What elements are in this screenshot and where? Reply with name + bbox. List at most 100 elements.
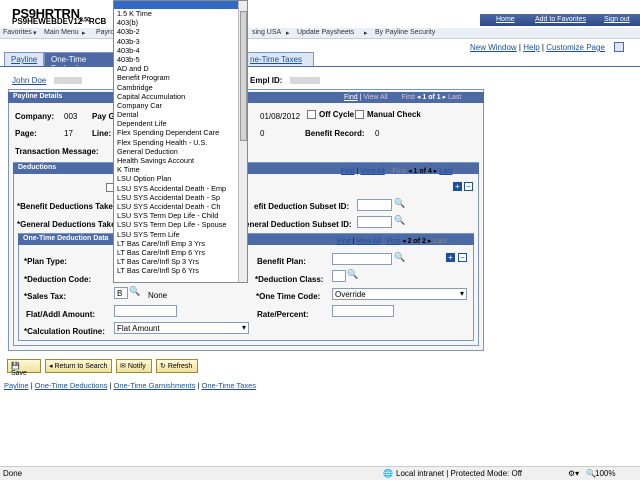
sign-out-link[interactable]: Sign out <box>604 16 630 23</box>
dropdown-option[interactable]: LSU SYS Accidental Death - Sp <box>114 193 247 202</box>
return-to-search-button[interactable]: ◂ Return to Search <box>45 359 112 373</box>
one-time-code-select[interactable]: Override <box>332 288 467 300</box>
find-link[interactable]: Find <box>337 238 351 245</box>
search-icon[interactable]: 🔍 <box>394 215 405 226</box>
dropdown-option[interactable]: 403b-4 <box>114 46 247 55</box>
find-link[interactable]: Find <box>341 168 355 175</box>
sales-tax-description: None <box>148 291 168 300</box>
dropdown-option[interactable]: Health Savings Account <box>114 156 247 165</box>
dropdown-option[interactable]: LSU SYS Accidental Death - Emp <box>114 184 247 193</box>
breadcrumb-sing-usa[interactable]: sing USA <box>252 29 281 36</box>
line-label: Line: <box>92 129 112 138</box>
dropdown-option[interactable]: General Deduction <box>114 147 247 156</box>
search-icon[interactable]: 🔍 <box>394 252 405 263</box>
company-label: Company: <box>15 112 55 121</box>
dropdown-option[interactable]: Flex Spending Health - U.S. <box>114 138 247 147</box>
customize-page-link[interactable]: Customize Page <box>546 43 605 52</box>
dropdown-option[interactable]: LSU Option Plan <box>114 174 247 183</box>
sales-tax-input[interactable]: B <box>114 287 128 299</box>
dropdown-option[interactable]: K Time <box>114 165 247 174</box>
tab-one-time-taxes[interactable]: ne-Time Taxes <box>244 52 314 66</box>
dropdown-option[interactable]: LT Bas Care/Infl Emp 3 Yrs <box>114 239 247 248</box>
dropdown-option[interactable]: 403b-3 <box>114 37 247 46</box>
dropdown-option[interactable]: Capital Accumulation <box>114 92 247 101</box>
favorites-menu[interactable]: Favorites <box>3 29 32 36</box>
employee-name-link[interactable]: John Doe <box>12 76 46 85</box>
empl-id-label: Empl ID: <box>250 76 283 85</box>
dropdown-option[interactable]: LT Bas Care/Infl Sp 3 Yrs <box>114 257 247 266</box>
footer-link-payline[interactable]: Payline <box>4 381 29 390</box>
dropdown-option[interactable]: LSU SYS Term Life <box>114 230 247 239</box>
pay-group-label: Pay G <box>92 112 115 121</box>
dropdown-option[interactable]: LT Bas Care/Infl Emp 6 Yrs <box>114 248 247 257</box>
dropdown-scrollbar[interactable] <box>238 1 247 282</box>
search-icon[interactable]: 🔍 <box>129 286 140 297</box>
delete-row-icon[interactable]: − <box>458 253 467 262</box>
benefit-subset-input[interactable] <box>357 199 392 211</box>
search-icon[interactable]: 🔍 <box>347 269 358 280</box>
view-all-link[interactable]: View All <box>356 238 380 245</box>
dropdown-option[interactable]: Dental <box>114 110 247 119</box>
page-icon[interactable] <box>614 42 624 52</box>
database-name: PS9HEWEBDEV12 RCB <box>12 17 107 26</box>
manual-check-checkbox[interactable] <box>355 110 364 119</box>
flat-addl-amount-input[interactable] <box>114 305 177 317</box>
home-link[interactable]: Home <box>496 16 515 23</box>
footer-link-one-time-garnishments[interactable]: One-Time Garnishments <box>114 381 196 390</box>
dropdown-option[interactable]: Benefit Program <box>114 73 247 82</box>
delete-row-icon[interactable]: − <box>464 182 473 191</box>
dropdown-option[interactable]: Cambridge <box>114 83 247 92</box>
off-cycle-checkbox[interactable] <box>307 110 316 119</box>
rate-percent-input[interactable] <box>332 305 394 317</box>
search-icon[interactable]: 🔍 <box>394 198 405 209</box>
notify-button[interactable]: ✉ Notify <box>116 359 152 373</box>
dropdown-option[interactable]: Flex Spending Dependent Care <box>114 128 247 137</box>
add-row-icon[interactable]: + <box>446 253 455 262</box>
dropdown-option[interactable]: 403b-2 <box>114 27 247 36</box>
dropdown-option[interactable]: 403(b) <box>114 18 247 27</box>
dropdown-option[interactable]: LSU SYS Term Dep Life - Child <box>114 211 247 220</box>
breadcrumb-update-paysheets[interactable]: Update Paysheets <box>297 29 354 36</box>
general-subset-input[interactable] <box>357 216 392 228</box>
benefit-deductions-taken-label: *Benefit Deductions Taken: <box>17 202 121 211</box>
new-window-link[interactable]: New Window <box>470 43 517 52</box>
dropdown-option[interactable] <box>114 1 247 9</box>
benefit-plan-input[interactable] <box>332 253 392 265</box>
footer-link-one-time-taxes[interactable]: One-Time Taxes <box>202 381 257 390</box>
scrollbar-thumb[interactable] <box>240 11 247 141</box>
dropdown-option[interactable]: AD and D <box>114 64 247 73</box>
help-link[interactable]: Help <box>523 43 539 52</box>
view-all-link[interactable]: View All <box>360 168 384 175</box>
tab-one-time-deductions[interactable]: One-Time Deductio <box>44 52 116 73</box>
refresh-button[interactable]: ↻ Refresh <box>156 359 198 373</box>
tab-payline[interactable]: Payline <box>4 52 45 66</box>
dropdown-option[interactable]: LSU SYS Term Dep Life - Spouse <box>114 220 247 229</box>
save-button[interactable]: 💾 Save <box>7 359 41 377</box>
calculation-routine-label: *Calculation Routine: <box>24 327 105 336</box>
transaction-message-label: Transaction Message: <box>15 147 99 156</box>
find-link[interactable]: Find <box>344 94 358 101</box>
redacted-field <box>290 77 320 84</box>
calculation-routine-select[interactable]: Flat Amount <box>114 322 249 334</box>
dropdown-option[interactable]: Company Car <box>114 101 247 110</box>
dropdown-option[interactable]: LT Bas Care/Infl Sp 6 Yrs <box>114 266 247 275</box>
add-to-favorites-link[interactable]: Add to Favorites <box>535 16 586 23</box>
last-link[interactable]: Last <box>439 168 452 175</box>
add-row-icon[interactable]: + <box>453 182 462 191</box>
main-menu[interactable]: Main Menu <box>44 29 79 36</box>
protected-mode-icon[interactable]: ⚙▾ <box>568 469 579 478</box>
breadcrumb-payroll[interactable]: Payro <box>96 29 114 36</box>
status-bar: Done 🌐 Local intranet | Protected Mode: … <box>0 466 640 480</box>
zoom-level[interactable]: 100% <box>595 469 615 478</box>
dropdown-option[interactable]: Dependent Life <box>114 119 247 128</box>
footer-link-one-time-deductions[interactable]: One-Time Deductions <box>35 381 108 390</box>
page-label: Page: <box>15 129 37 138</box>
deduction-class-input[interactable] <box>332 270 346 282</box>
dropdown-option[interactable]: LSU SYS Accidental Death - Ch <box>114 202 247 211</box>
breadcrumb-by-payline-security[interactable]: By Payline Security <box>375 29 435 36</box>
pay-end-date-value: 01/08/2012 <box>260 112 301 121</box>
dropdown-option[interactable]: 1.5 K Time <box>114 9 247 18</box>
company-value: 003 <box>64 112 78 121</box>
dropdown-option[interactable]: 403b-5 <box>114 55 247 64</box>
plan-type-dropdown-list[interactable]: 1.5 K Time 403(b) 403b-2 403b-3 403b-4 403b-5… <box>113 0 248 283</box>
